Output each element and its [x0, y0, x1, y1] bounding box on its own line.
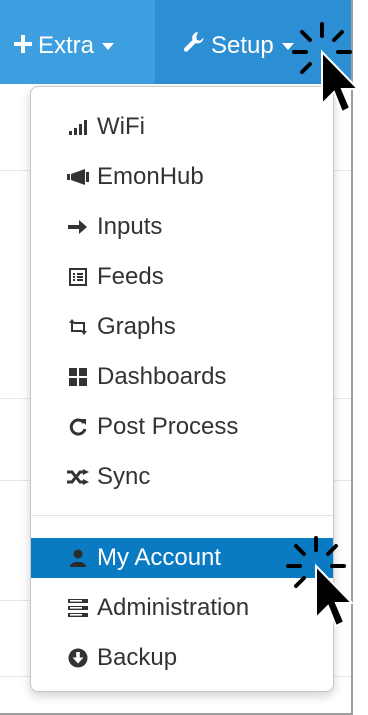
random-icon	[67, 466, 89, 488]
nav-extra-label: Extra	[38, 32, 95, 59]
arrow-right-icon	[67, 216, 89, 238]
menu-item-label: Administration	[97, 594, 250, 621]
mouse-cursor-click-icon	[286, 536, 355, 628]
menu-item-label: EmonHub	[97, 163, 204, 190]
menu-item-label: Sync	[97, 463, 151, 490]
menu-item-backup[interactable]: Backup	[31, 638, 333, 678]
wrench-icon	[183, 30, 205, 62]
download-icon	[67, 647, 89, 669]
menu-item-label: My Account	[97, 544, 222, 571]
menu-item-feeds[interactable]: Feeds	[31, 257, 333, 297]
nav-setup-label: Setup	[211, 32, 274, 59]
menu-item-label: WiFi	[97, 113, 145, 140]
retweet-icon	[67, 316, 89, 338]
menu-item-label: Post Process	[97, 413, 239, 440]
bullhorn-icon	[67, 166, 89, 188]
server-icon	[67, 597, 89, 619]
menu-item-wifi[interactable]: WiFi	[31, 107, 333, 147]
menu-item-label: Feeds	[97, 263, 164, 290]
menu-item-inputs[interactable]: Inputs	[31, 207, 333, 247]
menu-item-label: Graphs	[97, 313, 176, 340]
menu-item-label: Dashboards	[97, 363, 227, 390]
refresh-icon	[67, 416, 89, 438]
nav-extra-menu[interactable]: Extra	[0, 0, 155, 84]
plus-icon	[14, 30, 32, 62]
th-large-icon	[67, 366, 89, 388]
menu-item-graphs[interactable]: Graphs	[31, 307, 333, 347]
menu-item-emonhub[interactable]: EmonHub	[31, 157, 333, 197]
user-icon	[67, 547, 89, 569]
menu-item-label: Backup	[97, 644, 178, 671]
menu-divider	[31, 515, 333, 516]
menu-item-label: Inputs	[97, 213, 163, 240]
signal-icon	[67, 116, 89, 138]
mouse-cursor-click-icon	[292, 22, 361, 114]
list-alt-icon	[67, 266, 89, 288]
menu-item-post-process[interactable]: Post Process	[31, 407, 333, 447]
menu-item-sync[interactable]: Sync	[31, 457, 333, 497]
menu-item-dashboards[interactable]: Dashboards	[31, 357, 333, 397]
caret-down-icon	[102, 42, 115, 50]
